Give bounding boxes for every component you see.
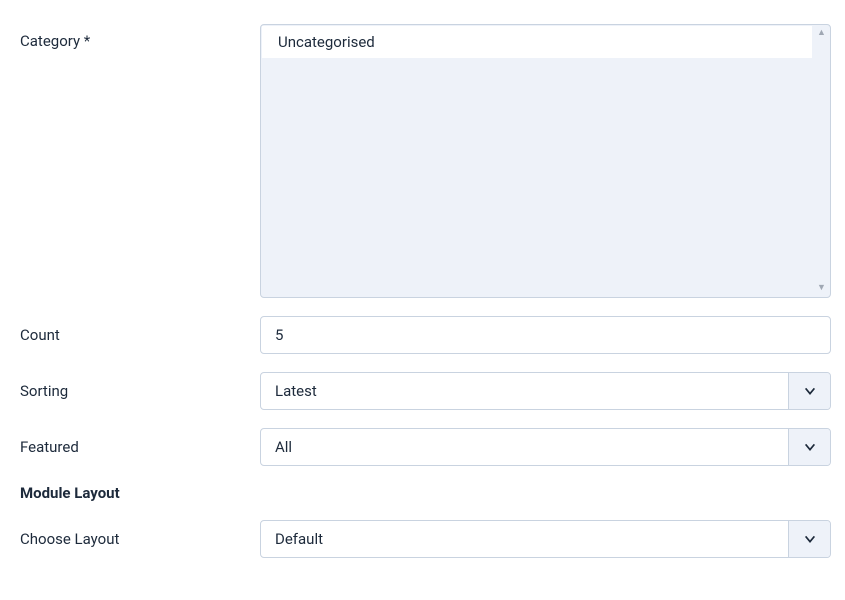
featured-value: All	[261, 429, 788, 465]
field-row-sorting: Sorting Latest	[20, 372, 831, 410]
count-label: Count	[20, 326, 60, 344]
featured-label: Featured	[20, 438, 79, 456]
scrollbar-track[interactable]: ▲ ▼	[813, 25, 830, 297]
sorting-select[interactable]: Latest	[260, 372, 831, 410]
chevron-down-icon	[788, 373, 830, 409]
chevron-down-icon	[788, 429, 830, 465]
category-label: Category *	[20, 32, 90, 50]
category-option-uncategorised[interactable]: Uncategorised	[262, 26, 812, 58]
scroll-down-icon[interactable]: ▼	[813, 280, 830, 297]
chevron-down-icon	[788, 521, 830, 557]
sorting-label: Sorting	[20, 382, 68, 400]
scroll-up-icon[interactable]: ▲	[813, 25, 830, 42]
field-row-category: Category * Uncategorised ▲ ▼	[20, 24, 831, 298]
module-layout-heading: Module Layout	[20, 484, 831, 502]
choose-layout-select[interactable]: Default	[260, 520, 831, 558]
choose-layout-label: Choose Layout	[20, 530, 119, 548]
field-row-featured: Featured All	[20, 428, 831, 466]
choose-layout-value: Default	[261, 521, 788, 557]
count-input[interactable]	[260, 316, 831, 354]
category-listbox[interactable]: Uncategorised ▲ ▼	[260, 24, 831, 298]
field-row-choose-layout: Choose Layout Default	[20, 520, 831, 558]
sorting-value: Latest	[261, 373, 788, 409]
field-row-count: Count	[20, 316, 831, 354]
featured-select[interactable]: All	[260, 428, 831, 466]
